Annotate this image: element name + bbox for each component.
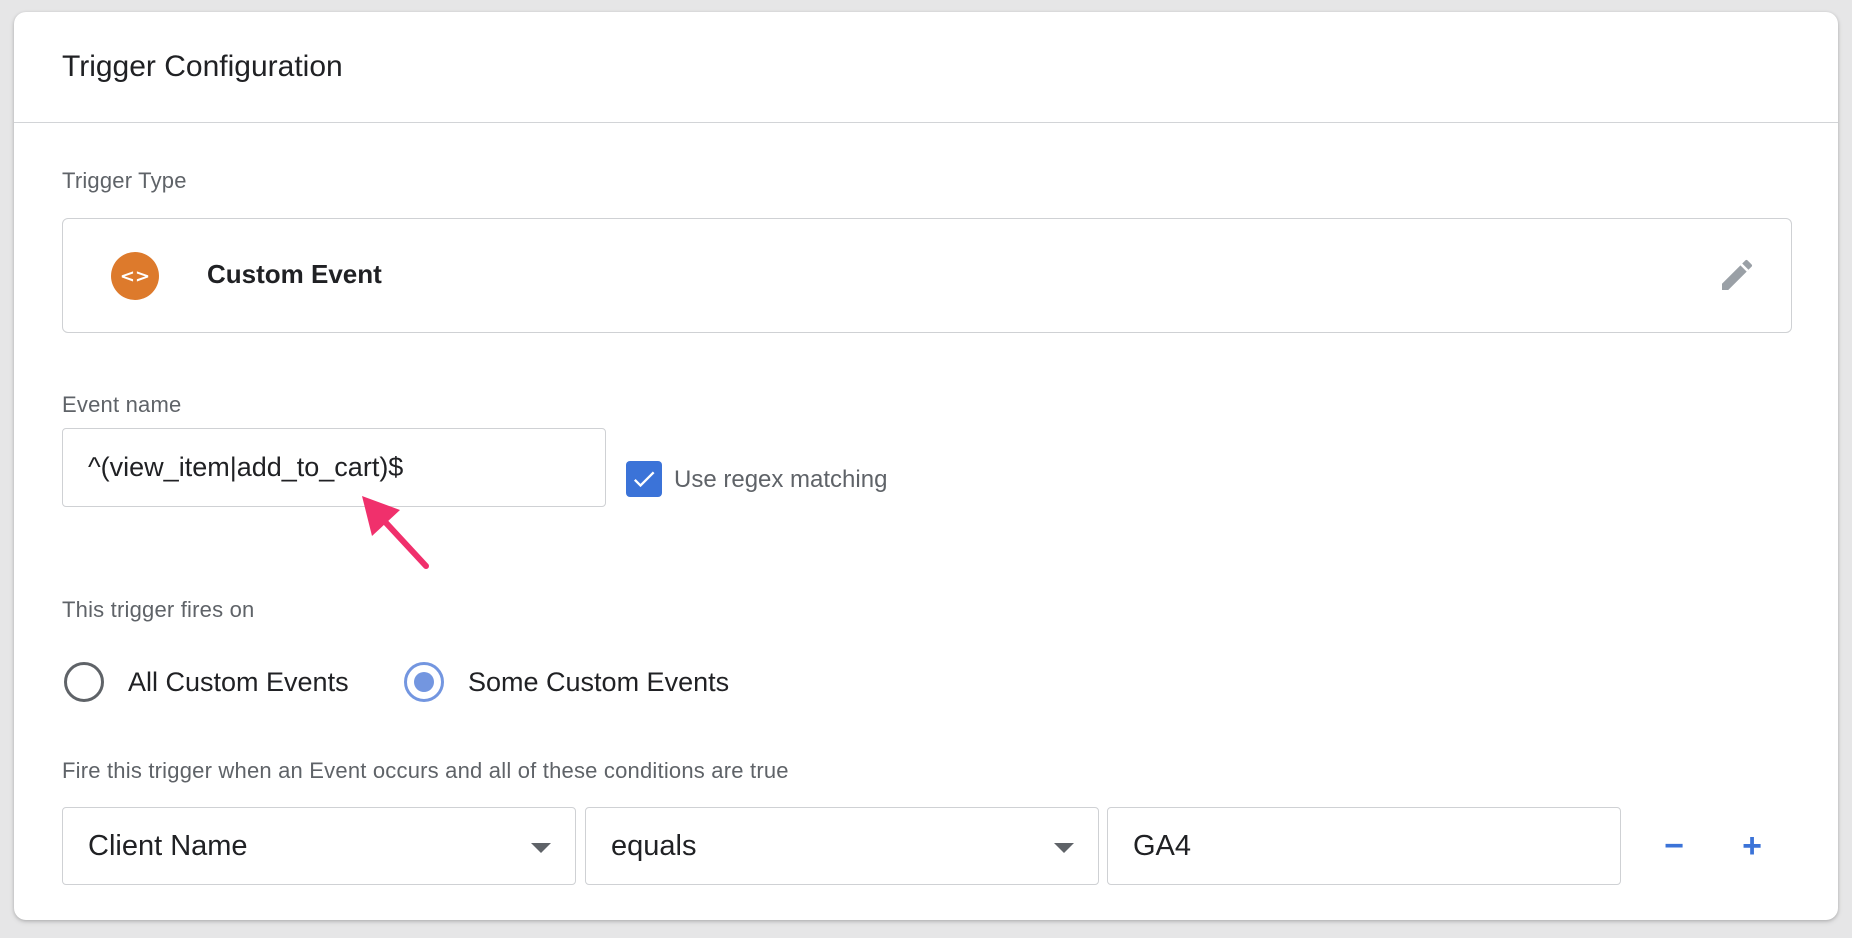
chevron-down-icon — [1054, 843, 1074, 853]
radio-label: Some Custom Events — [468, 666, 730, 697]
chevron-down-icon — [531, 843, 551, 853]
code-brackets-icon: <> — [111, 252, 159, 300]
checkmark-icon — [633, 471, 655, 488]
radio-button[interactable] — [64, 662, 104, 702]
regex-checkbox[interactable] — [626, 461, 662, 497]
conditions-label: Fire this trigger when an Event occurs a… — [62, 758, 789, 783]
event-name-label: Event name — [62, 392, 182, 417]
pencil-icon[interactable] — [1717, 255, 1757, 295]
radio-all-custom-events[interactable]: All Custom Events — [64, 662, 349, 702]
fires-on-label: This trigger fires on — [62, 597, 255, 622]
select-value: Client Name — [88, 829, 248, 862]
remove-condition-button[interactable]: − — [1650, 822, 1698, 870]
condition-operator-select[interactable]: equals — [585, 807, 1099, 885]
trigger-type-selector[interactable]: <> Custom Event — [62, 218, 1792, 333]
condition-value-input[interactable] — [1107, 807, 1621, 885]
trigger-type-label: Trigger Type — [62, 168, 187, 193]
radio-label: All Custom Events — [128, 666, 349, 697]
card-header: Trigger Configuration — [14, 12, 1838, 123]
radio-button[interactable] — [404, 662, 444, 702]
select-value: equals — [611, 829, 697, 862]
annotation-arrow — [362, 496, 429, 569]
trigger-configuration-card: Trigger Configuration Trigger Type <> Cu… — [14, 12, 1838, 920]
radio-some-custom-events[interactable]: Some Custom Events — [404, 662, 729, 702]
event-name-input[interactable] — [62, 428, 606, 507]
page-title: Trigger Configuration — [62, 50, 343, 83]
add-condition-button[interactable]: + — [1728, 822, 1776, 870]
regex-checkbox-label: Use regex matching — [674, 466, 888, 493]
condition-variable-select[interactable]: Client Name — [62, 807, 576, 885]
trigger-type-name: Custom Event — [207, 259, 382, 289]
